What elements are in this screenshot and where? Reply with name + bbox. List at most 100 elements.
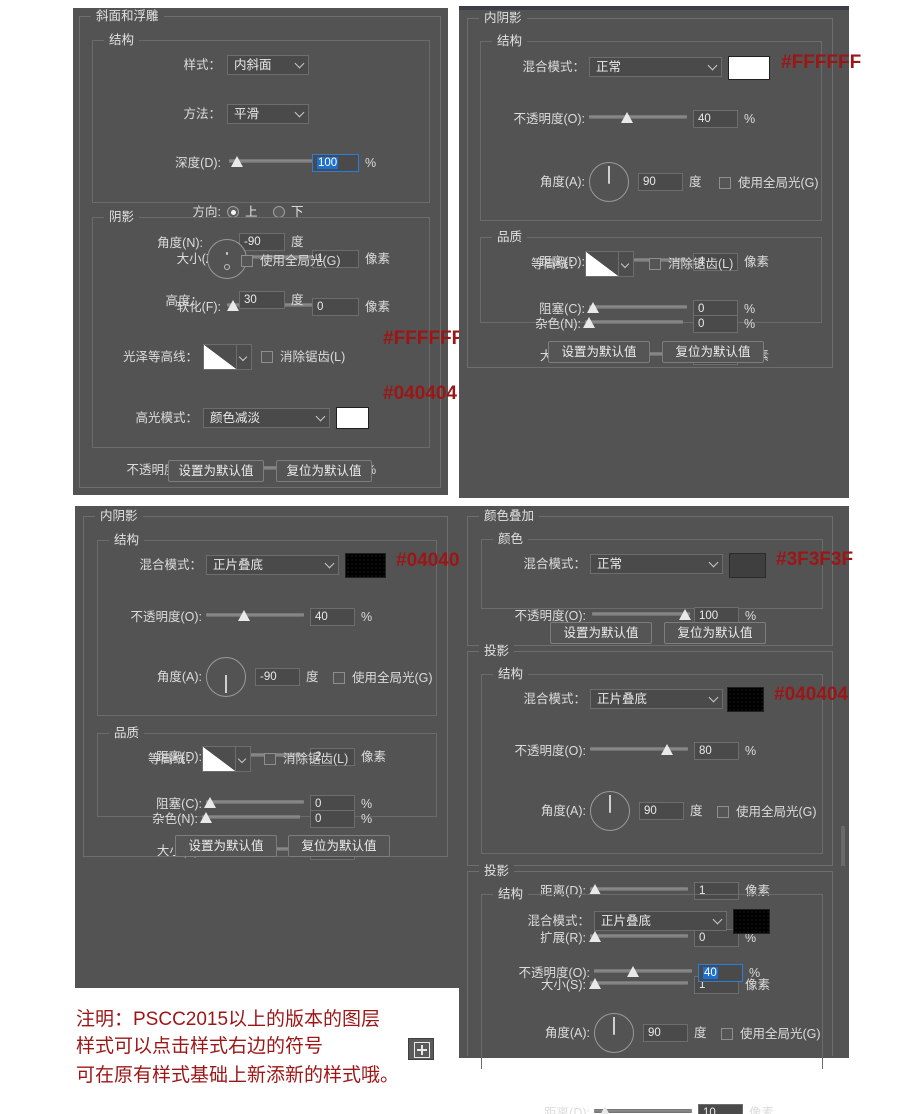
bevel-highlight-mode-select[interactable]: 颜色减淡 (203, 408, 330, 428)
is1-color-swatch[interactable] (728, 56, 770, 80)
slider-track (202, 815, 300, 819)
slider-knob[interactable] (679, 609, 692, 621)
bevel-angle-input[interactable]: -90 (239, 233, 285, 251)
ds2-opacity-slider[interactable] (594, 964, 692, 982)
ds1-opacity-input[interactable]: 80 (694, 742, 739, 760)
is1-blend-mode-select[interactable]: 正常 (589, 57, 722, 77)
ds1-blend-mode-label: 混合模式： (523, 692, 586, 706)
bevel-gloss-contour-swatch[interactable] (203, 344, 237, 370)
is1-opacity-input[interactable]: 40 (693, 110, 738, 128)
ds1-angle-dial[interactable] (590, 791, 630, 831)
bevel-technique-select[interactable]: 平滑 (227, 104, 309, 124)
bevel-style-select[interactable]: 内斜面 (227, 55, 309, 75)
is1-angle-dial[interactable] (589, 162, 629, 202)
drop-shadow-1-outer-group: 投影 结构 混合模式： 正片叠底 #040404 不透明度(O): 80 % 角… (467, 644, 848, 994)
is2-angle-value: -90 (260, 671, 277, 683)
is2-angle-dial[interactable] (206, 657, 246, 697)
bevel-antialias-checkbox[interactable] (261, 351, 273, 363)
bevel-altitude-input[interactable]: 30 (239, 291, 285, 309)
ds1-angle-value: 90 (644, 805, 657, 817)
is2-noise-input[interactable]: 0 (310, 810, 355, 828)
bevel-reset-default-button[interactable]: 复位为默认值 (276, 460, 372, 482)
is1-noise-input[interactable]: 0 (693, 315, 738, 333)
slider-knob[interactable] (661, 744, 674, 756)
is1-noise-slider[interactable] (583, 315, 683, 333)
panel-scrollbar[interactable] (841, 826, 845, 866)
ds2-color-swatch[interactable] (733, 909, 770, 934)
ds1-opacity-slider[interactable] (590, 742, 688, 760)
bevel-technique-value: 平滑 (234, 107, 260, 121)
is1-contour-swatch[interactable] (585, 251, 619, 277)
is2-angle-input[interactable]: -90 (255, 668, 300, 686)
is2-set-default-button[interactable]: 设置为默认值 (175, 835, 277, 857)
ds1-angle-label: 角度(A): (540, 804, 586, 818)
co-opacity-value: 100 (699, 610, 719, 622)
ds2-global-light-checkbox[interactable] (721, 1028, 733, 1040)
ds1-global-light-checkbox[interactable] (717, 806, 729, 818)
is2-antialias-checkbox[interactable] (264, 753, 276, 765)
inner-shadow-2-outer-group: 内阴影 结构 混合模式： 正片叠底 #040404 不透明度(O): 40 % … (83, 509, 470, 860)
co-color-swatch[interactable] (729, 553, 766, 578)
is1-contour-dropdown[interactable] (619, 251, 634, 277)
is2-blend-mode-select[interactable]: 正片叠底 (206, 555, 339, 575)
degree-unit: 度 (694, 1026, 707, 1040)
is2-opacity-slider[interactable] (206, 608, 304, 626)
ds2-angle-input[interactable]: 90 (643, 1024, 688, 1042)
slider-knob[interactable] (627, 966, 640, 978)
is2-global-light-checkbox[interactable] (333, 672, 345, 684)
plus-square-icon (408, 1038, 434, 1060)
is1-opacity-slider[interactable] (589, 110, 687, 128)
bevel-structure-title: 结构 (104, 33, 140, 48)
note-line-2: 样式可以点击样式右边的符号 (76, 1036, 324, 1057)
dial-needle (225, 675, 227, 693)
is2-opacity-input[interactable]: 40 (310, 608, 355, 626)
bevel-depth-input[interactable]: 100 (312, 154, 359, 172)
is2-antialias-label: 消除锯齿(L) (283, 752, 349, 766)
ds2-distance-input[interactable]: 10 (698, 1104, 743, 1114)
bevel-gloss-contour-label: 光泽等高线： (122, 350, 198, 364)
bevel-global-light-checkbox[interactable] (241, 255, 253, 267)
bevel-shadow-hex-annotation: #040404 (383, 383, 457, 404)
ds2-angle-dial[interactable] (594, 1013, 634, 1053)
bevel-highlight-mode-label: 高光模式： (135, 411, 198, 425)
slider-knob[interactable] (583, 317, 596, 329)
slider-knob[interactable] (238, 610, 251, 622)
ds1-blend-mode-select[interactable]: 正片叠底 (590, 689, 723, 709)
slider-knob[interactable] (621, 112, 634, 124)
ds2-opacity-input[interactable]: 40 (698, 964, 743, 982)
is2-contour-swatch[interactable] (202, 746, 236, 772)
is1-antialias-checkbox[interactable] (649, 258, 661, 270)
dial-center-dot (607, 181, 611, 184)
panel-color-overlay-and-drop-shadows: 颜色叠加 颜色 混合模式： 正常 #3F3F3F 不透明度(O): 100 % … (459, 506, 853, 1114)
bevel-antialias-label: 消除锯齿(L) (280, 350, 346, 364)
is2-reset-default-button[interactable]: 复位为默认值 (288, 835, 390, 857)
is1-set-default-button[interactable]: 设置为默认值 (548, 341, 650, 363)
ds2-blend-mode-select[interactable]: 正片叠底 (594, 911, 727, 931)
co-set-default-button[interactable]: 设置为默认值 (550, 622, 652, 644)
slider-knob[interactable] (231, 156, 244, 168)
ds1-angle-input[interactable]: 90 (639, 802, 684, 820)
co-blend-mode-value: 正常 (597, 557, 623, 571)
co-reset-default-button[interactable]: 复位为默认值 (664, 622, 766, 644)
is1-angle-input[interactable]: 90 (638, 173, 683, 191)
is1-reset-default-button[interactable]: 复位为默认值 (662, 341, 764, 363)
slider-knob[interactable] (200, 812, 213, 824)
bevel-highlight-color-swatch[interactable] (336, 407, 369, 429)
ds1-color-swatch[interactable] (727, 687, 764, 712)
panel-top-strip (459, 6, 849, 10)
co-blend-mode-select[interactable]: 正常 (590, 554, 723, 574)
degree-unit: 度 (306, 670, 319, 684)
ds2-structure-title: 结构 (493, 887, 529, 902)
is2-contour-dropdown[interactable] (236, 746, 251, 772)
bevel-gloss-contour-dropdown[interactable] (237, 344, 252, 370)
slider-knob[interactable] (599, 1106, 612, 1114)
ds2-distance-slider[interactable] (594, 1104, 692, 1114)
is2-color-swatch[interactable] (345, 553, 386, 578)
ds2-blend-mode-value: 正片叠底 (601, 914, 652, 928)
is2-noise-value: 0 (315, 813, 322, 825)
screenshot-root: 斜面和浮雕 结构 样式： 内斜面 方法： 平滑 深度(D): 100 % 方向:… (0, 0, 900, 1114)
is1-global-light-checkbox[interactable] (719, 177, 731, 189)
inner-shadow-1-outer-group: 内阴影 结构 混合模式： 正常 #FFFFFF 不透明度(O): 40 % 角度… (467, 11, 861, 368)
bevel-set-default-button[interactable]: 设置为默认值 (168, 460, 264, 482)
is2-noise-slider[interactable] (200, 810, 300, 828)
